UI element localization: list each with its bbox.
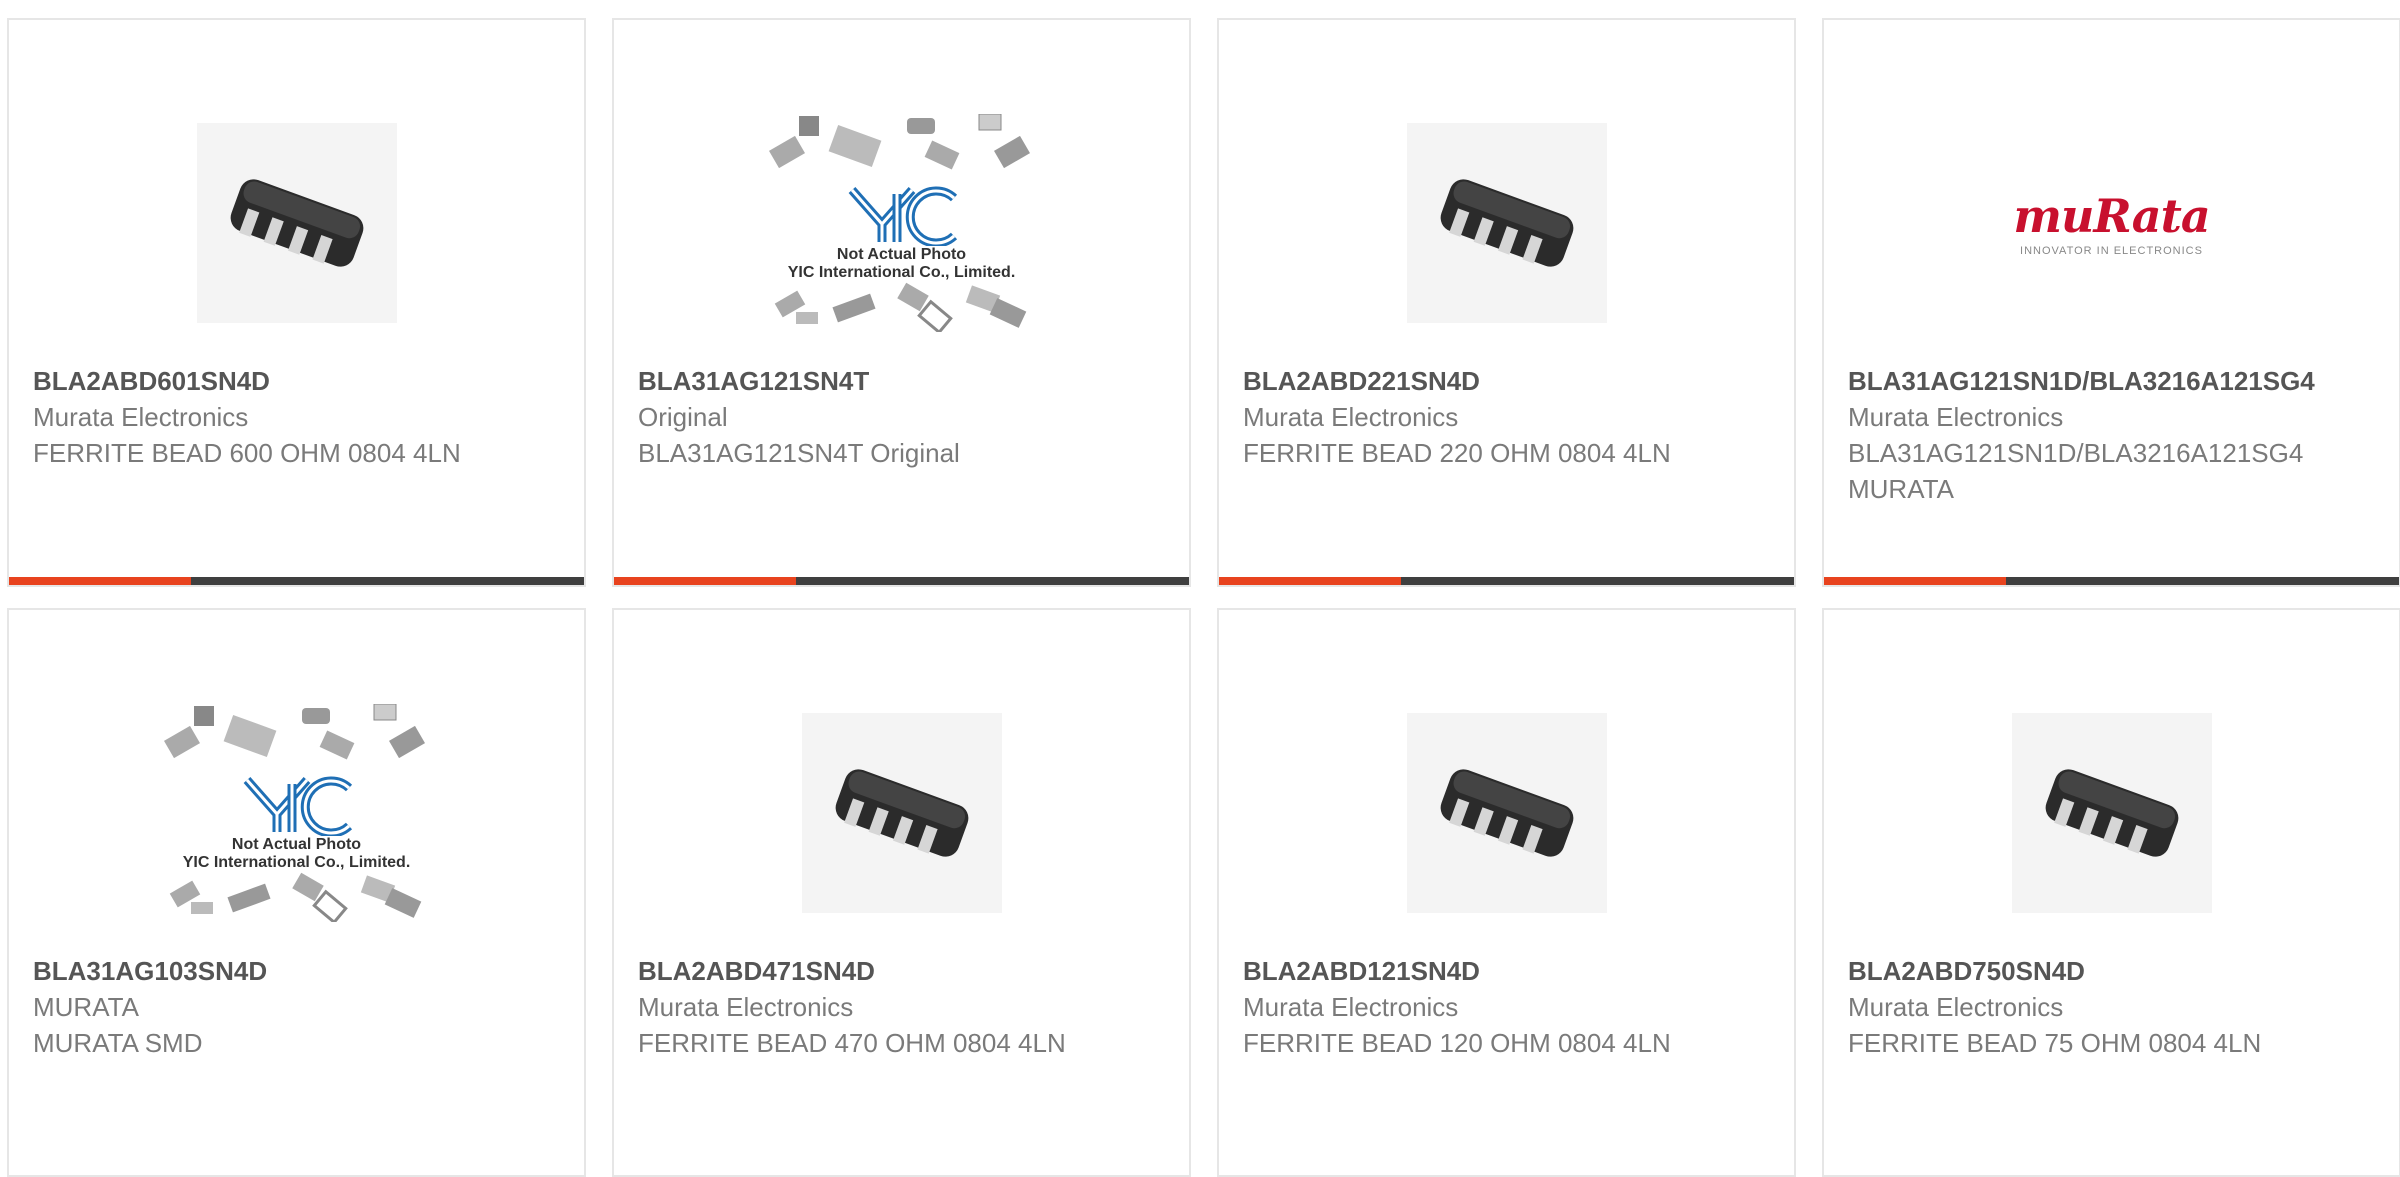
product-card[interactable]: muRata INNOVATOR IN ELECTRONICS BLA31AG1… xyxy=(1822,18,2400,587)
manufacturer: MURATA xyxy=(33,992,139,1022)
components-top-icon xyxy=(768,114,1030,170)
product-card[interactable]: BLA2ABD601SN4D Murata Electronics FERRIT… xyxy=(7,18,586,587)
card-bar xyxy=(614,577,1189,585)
chip-icon xyxy=(1406,713,1607,913)
product-image[interactable]: Not Actual Photo YIC International Co., … xyxy=(9,668,584,958)
yic-logo-icon xyxy=(848,186,957,246)
manufacturer: Murata Electronics xyxy=(1243,992,1459,1022)
manufacturer: Murata Electronics xyxy=(1848,992,2064,1022)
card-bar-accent xyxy=(1824,577,2006,585)
card-bar xyxy=(9,577,584,585)
description: FERRITE BEAD 120 OHM 0804 4LN xyxy=(1243,1028,1671,1058)
description: FERRITE BEAD 470 OHM 0804 4LN xyxy=(638,1028,1066,1058)
description: FERRITE BEAD 600 OHM 0804 4LN xyxy=(33,438,461,468)
part-number[interactable]: BLA31AG103SN4D xyxy=(33,953,560,989)
part-number[interactable]: BLA2ABD221SN4D xyxy=(1243,363,1770,399)
card-bar-accent xyxy=(1219,577,1401,585)
manufacturer: Murata Electronics xyxy=(33,402,249,432)
card-bar-accent xyxy=(614,577,796,585)
murata-logo: muRata INNOVATOR IN ELECTRONICS xyxy=(2013,189,2210,257)
components-top-icon xyxy=(163,704,425,760)
murata-logo-tagline: INNOVATOR IN ELECTRONICS xyxy=(2020,245,2203,257)
manufacturer: Murata Electronics xyxy=(638,992,854,1022)
chip-icon xyxy=(1406,123,1607,323)
chip-icon xyxy=(196,123,397,323)
card-bar xyxy=(1824,577,2399,585)
placeholder-caption: Not Actual Photo YIC International Co., … xyxy=(182,836,411,871)
yic-logo-icon xyxy=(243,776,352,836)
part-number[interactable]: BLA2ABD750SN4D xyxy=(1848,953,2375,989)
part-number[interactable]: BLA31AG121SN4T xyxy=(638,363,1165,399)
manufacturer: Murata Electronics xyxy=(1243,402,1459,432)
product-card[interactable]: Not Actual Photo YIC International Co., … xyxy=(7,608,586,1177)
components-bottom-icon xyxy=(169,872,421,922)
part-number[interactable]: BLA31AG121SN1D/BLA3216A121SG4 xyxy=(1848,363,2375,399)
product-card[interactable]: BLA2ABD471SN4D Murata Electronics FERRIT… xyxy=(612,608,1191,1177)
product-card[interactable]: BLA2ABD221SN4D Murata Electronics FERRIT… xyxy=(1217,18,1796,587)
description: BLA31AG121SN1D/BLA3216A121SG4 MURATA xyxy=(1848,438,2304,504)
part-number[interactable]: BLA2ABD121SN4D xyxy=(1243,953,1770,989)
product-card[interactable]: Not Actual Photo YIC International Co., … xyxy=(612,18,1191,587)
product-image[interactable] xyxy=(1219,668,1794,958)
product-image[interactable] xyxy=(1824,668,2399,958)
manufacturer: Original xyxy=(638,402,728,432)
placeholder-caption: Not Actual Photo YIC International Co., … xyxy=(787,246,1016,281)
part-number[interactable]: BLA2ABD471SN4D xyxy=(638,953,1165,989)
description: FERRITE BEAD 220 OHM 0804 4LN xyxy=(1243,438,1671,468)
product-card[interactable]: BLA2ABD750SN4D Murata Electronics FERRIT… xyxy=(1822,608,2400,1177)
placeholder-icon: Not Actual Photo YIC International Co., … xyxy=(767,114,1037,332)
chip-icon xyxy=(2011,713,2212,913)
murata-logo-word: muRata xyxy=(2013,189,2210,243)
product-grid: BLA2ABD601SN4D Murata Electronics FERRIT… xyxy=(7,18,2400,1177)
card-bar-accent xyxy=(9,577,191,585)
product-image[interactable] xyxy=(9,78,584,368)
description: FERRITE BEAD 75 OHM 0804 4LN xyxy=(1848,1028,2262,1058)
chip-icon xyxy=(801,713,1002,913)
product-image[interactable] xyxy=(614,668,1189,958)
product-card[interactable]: BLA2ABD121SN4D Murata Electronics FERRIT… xyxy=(1217,608,1796,1177)
components-bottom-icon xyxy=(774,282,1026,332)
product-image[interactable]: Not Actual Photo YIC International Co., … xyxy=(614,78,1189,368)
product-image[interactable]: muRata INNOVATOR IN ELECTRONICS xyxy=(1824,78,2399,368)
placeholder-icon: Not Actual Photo YIC International Co., … xyxy=(162,704,432,922)
product-image[interactable] xyxy=(1219,78,1794,368)
description: BLA31AG121SN4T Original xyxy=(638,438,960,468)
part-number[interactable]: BLA2ABD601SN4D xyxy=(33,363,560,399)
manufacturer: Murata Electronics xyxy=(1848,402,2064,432)
description: MURATA SMD xyxy=(33,1028,203,1058)
card-bar xyxy=(1219,577,1794,585)
